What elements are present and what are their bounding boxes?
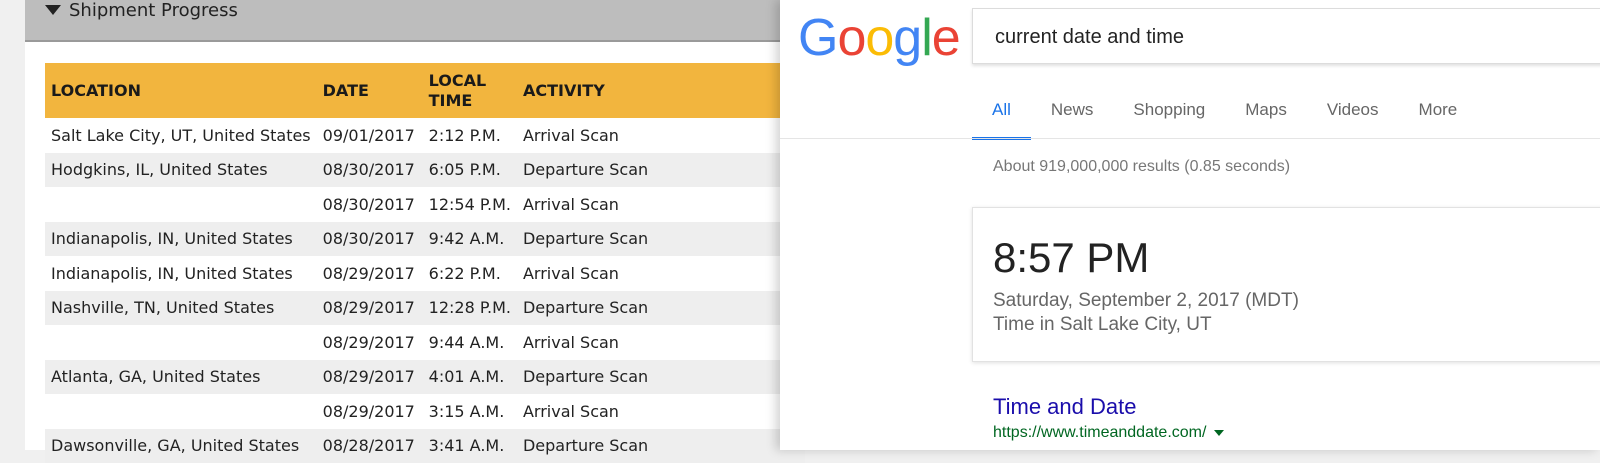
search-input[interactable] (993, 9, 1597, 65)
cell-local-time: 3:15 A.M. (423, 394, 517, 429)
cell-location (45, 187, 317, 222)
cell-location: Dawsonville, GA, United States (45, 429, 317, 463)
column-header-date: DATE (317, 63, 423, 118)
cell-local-time: 9:42 A.M. (423, 222, 517, 257)
section-title: Shipment Progress (69, 0, 238, 22)
collapse-caret-icon[interactable] (45, 5, 61, 15)
cell-date: 09/01/2017 (317, 118, 423, 153)
cell-location: Atlanta, GA, United States (45, 360, 317, 395)
tab-videos[interactable]: Videos (1307, 90, 1399, 140)
cell-local-time: 12:28 P.M. (423, 291, 517, 326)
cell-activity: Departure Scan (517, 153, 805, 188)
table-row: Hodgkins, IL, United States08/30/20176:0… (45, 153, 805, 188)
cell-activity: Departure Scan (517, 222, 805, 257)
result-url-text: https://www.timeanddate.com/ (993, 424, 1206, 441)
cell-local-time: 12:54 P.M. (423, 187, 517, 222)
time-answer-card: 8:57 PM Saturday, September 2, 2017 (MDT… (972, 207, 1600, 362)
google-search-panel: Google AllNewsShoppingMapsVideosMore Abo… (780, 0, 1600, 450)
tabs-divider (780, 138, 1600, 139)
logo-letter: l (921, 8, 932, 68)
cell-activity: Arrival Scan (517, 187, 805, 222)
tab-maps[interactable]: Maps (1225, 90, 1307, 140)
cell-local-time: 2:12 P.M. (423, 118, 517, 153)
column-header-local-time: LOCAL TIME (423, 63, 517, 118)
cell-activity: Departure Scan (517, 291, 805, 326)
tab-shopping[interactable]: Shopping (1113, 90, 1225, 140)
column-header-activity: ACTIVITY (517, 63, 805, 118)
cell-local-time: 6:05 P.M. (423, 153, 517, 188)
current-date: Saturday, September 2, 2017 (MDT) (993, 290, 1299, 312)
cell-location: Hodgkins, IL, United States (45, 153, 317, 188)
cell-local-time: 4:01 A.M. (423, 360, 517, 395)
cell-activity: Departure Scan (517, 429, 805, 463)
shipment-progress-header[interactable]: Shipment Progress (25, 0, 805, 42)
table-row: 08/30/201712:54 P.M.Arrival Scan (45, 187, 805, 222)
table-row: Dawsonville, GA, United States08/28/2017… (45, 429, 805, 463)
logo-letter: o (865, 8, 893, 68)
cell-local-time: 6:22 P.M. (423, 256, 517, 291)
tab-more[interactable]: More (1399, 90, 1478, 140)
cell-date: 08/29/2017 (317, 291, 423, 326)
cell-activity: Arrival Scan (517, 118, 805, 153)
logo-letter: e (932, 8, 960, 68)
logo-letter: G (798, 8, 837, 68)
tab-news[interactable]: News (1031, 90, 1114, 140)
cell-date: 08/30/2017 (317, 222, 423, 257)
cell-date: 08/29/2017 (317, 394, 423, 429)
shipment-panel: Shipment Progress LOCATION DATE LOCAL TI… (25, 0, 805, 450)
cell-date: 08/29/2017 (317, 325, 423, 360)
cell-location: Nashville, TN, United States (45, 291, 317, 326)
cell-date: 08/28/2017 (317, 429, 423, 463)
cell-location: Indianapolis, IN, United States (45, 256, 317, 291)
table-row: Salt Lake City, UT, United States09/01/2… (45, 118, 805, 153)
cell-activity: Arrival Scan (517, 256, 805, 291)
table-row: Atlanta, GA, United States08/29/20174:01… (45, 360, 805, 395)
search-result-title-link[interactable]: Time and Date (993, 394, 1136, 420)
logo-letter: o (837, 8, 865, 68)
table-row: Indianapolis, IN, United States08/30/201… (45, 222, 805, 257)
cell-date: 08/29/2017 (317, 256, 423, 291)
logo-letter: g (893, 8, 921, 68)
cell-location (45, 394, 317, 429)
time-location: Time in Salt Lake City, UT (993, 314, 1212, 336)
cell-location: Salt Lake City, UT, United States (45, 118, 317, 153)
url-dropdown-caret-icon[interactable] (1214, 430, 1224, 436)
shipment-progress-table: LOCATION DATE LOCAL TIME ACTIVITY Salt L… (45, 63, 805, 463)
column-header-location: LOCATION (45, 63, 317, 118)
search-result-url: https://www.timeanddate.com/ (993, 424, 1224, 442)
table-row: 08/29/20179:44 A.M.Arrival Scan (45, 325, 805, 360)
google-logo[interactable]: Google (798, 8, 960, 68)
cell-date: 08/30/2017 (317, 187, 423, 222)
cell-location (45, 325, 317, 360)
current-time: 8:57 PM (993, 234, 1149, 282)
table-row: Nashville, TN, United States08/29/201712… (45, 291, 805, 326)
table-row: 08/29/20173:15 A.M.Arrival Scan (45, 394, 805, 429)
cell-activity: Arrival Scan (517, 394, 805, 429)
cell-local-time: 9:44 A.M. (423, 325, 517, 360)
table-row: Indianapolis, IN, United States08/29/201… (45, 256, 805, 291)
tab-all[interactable]: All (972, 90, 1031, 140)
table-header-row: LOCATION DATE LOCAL TIME ACTIVITY (45, 63, 805, 118)
cell-location: Indianapolis, IN, United States (45, 222, 317, 257)
result-stats: About 919,000,000 results (0.85 seconds) (993, 158, 1290, 176)
cell-local-time: 3:41 A.M. (423, 429, 517, 463)
search-tabs: AllNewsShoppingMapsVideosMore (972, 90, 1477, 140)
cell-date: 08/29/2017 (317, 360, 423, 395)
cell-date: 08/30/2017 (317, 153, 423, 188)
cell-activity: Departure Scan (517, 360, 805, 395)
cell-activity: Arrival Scan (517, 325, 805, 360)
search-box[interactable] (972, 8, 1600, 64)
